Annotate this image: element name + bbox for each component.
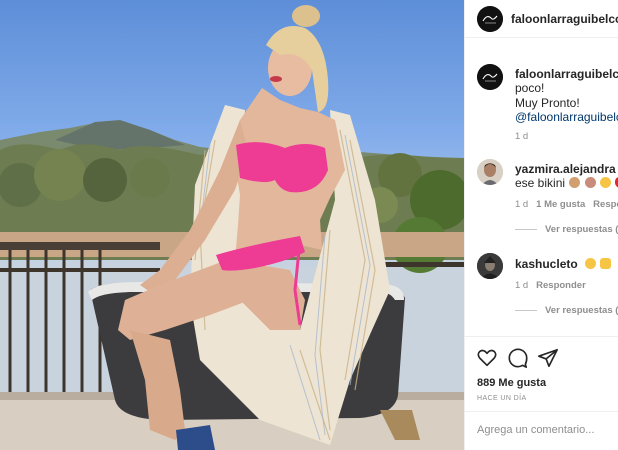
view-replies-label: Ver respuestas (1)	[545, 305, 618, 316]
caption-line-2: Muy Pronto!	[515, 96, 580, 110]
hand-emoji-icon	[569, 177, 581, 188]
post-sidebar: faloonlarraguibelcolle faloonlarraguibel…	[464, 0, 618, 450]
comment-time: 1 d	[515, 280, 529, 291]
comment-meta: 1 d Responder	[515, 280, 586, 291]
comment-text-2: ese bikini	[515, 176, 566, 190]
signature-logo-icon	[477, 6, 503, 32]
thumbs-up-emoji-icon	[600, 258, 612, 269]
comment-input[interactable]	[477, 424, 617, 436]
comment-box	[465, 411, 618, 450]
comment-reply-button[interactable]: Respo	[593, 199, 618, 210]
view-replies-label: Ver respuestas (1)	[545, 224, 618, 235]
comment-username[interactable]: kashucleto	[515, 257, 578, 271]
divider-line	[515, 309, 537, 311]
commenter-avatar[interactable]	[477, 253, 503, 279]
comment-meta: 1 d 1 Me gusta Respo	[515, 199, 618, 210]
comment-2: kashucleto	[515, 257, 612, 271]
user-photo-icon	[477, 253, 503, 279]
view-replies-2[interactable]: Ver respuestas (1)	[515, 305, 618, 316]
comment-1: yazmira.alejandra Me	[515, 162, 618, 176]
caption-mention-link[interactable]: @faloonlarraguibelcol	[515, 110, 618, 124]
comment-reply-button[interactable]: Responder	[536, 280, 586, 291]
post-actions: 889 Me gusta HACE UN DÍA	[465, 336, 618, 450]
comment-likes[interactable]: 1 Me gusta	[536, 199, 585, 210]
photo-scene	[0, 5, 464, 450]
posted-ago: HACE UN DÍA	[477, 395, 527, 402]
avatar[interactable]	[477, 6, 503, 32]
smile-emoji-icon	[585, 258, 597, 269]
caption-time: 1 d	[515, 131, 529, 142]
likes-count[interactable]: 889 Me gusta	[477, 377, 546, 389]
caption-username[interactable]: faloonlarraguibelcolle	[515, 67, 618, 81]
header-username[interactable]: faloonlarraguibelcolle	[511, 12, 618, 26]
post-photo	[0, 0, 464, 450]
caption-line-1: poco!	[515, 81, 545, 95]
comment-time: 1 d	[515, 199, 529, 210]
comment-icon[interactable]	[507, 347, 529, 369]
post-header: faloonlarraguibelcolle	[465, 0, 618, 38]
commenter-avatar[interactable]	[477, 159, 503, 185]
smile-emoji-icon	[600, 177, 612, 188]
comment-1-line-2: ese bikini	[515, 176, 618, 190]
share-icon[interactable]	[537, 347, 559, 369]
like-heart-icon[interactable]	[476, 347, 498, 369]
face-emoji-icon	[584, 177, 596, 188]
user-photo-icon	[477, 159, 503, 185]
caption-avatar[interactable]	[477, 64, 503, 90]
comment-username[interactable]: yazmira.alejandra	[515, 162, 616, 176]
divider-line	[515, 228, 537, 230]
signature-logo-icon	[477, 64, 503, 90]
view-replies-1[interactable]: Ver respuestas (1)	[515, 224, 618, 235]
